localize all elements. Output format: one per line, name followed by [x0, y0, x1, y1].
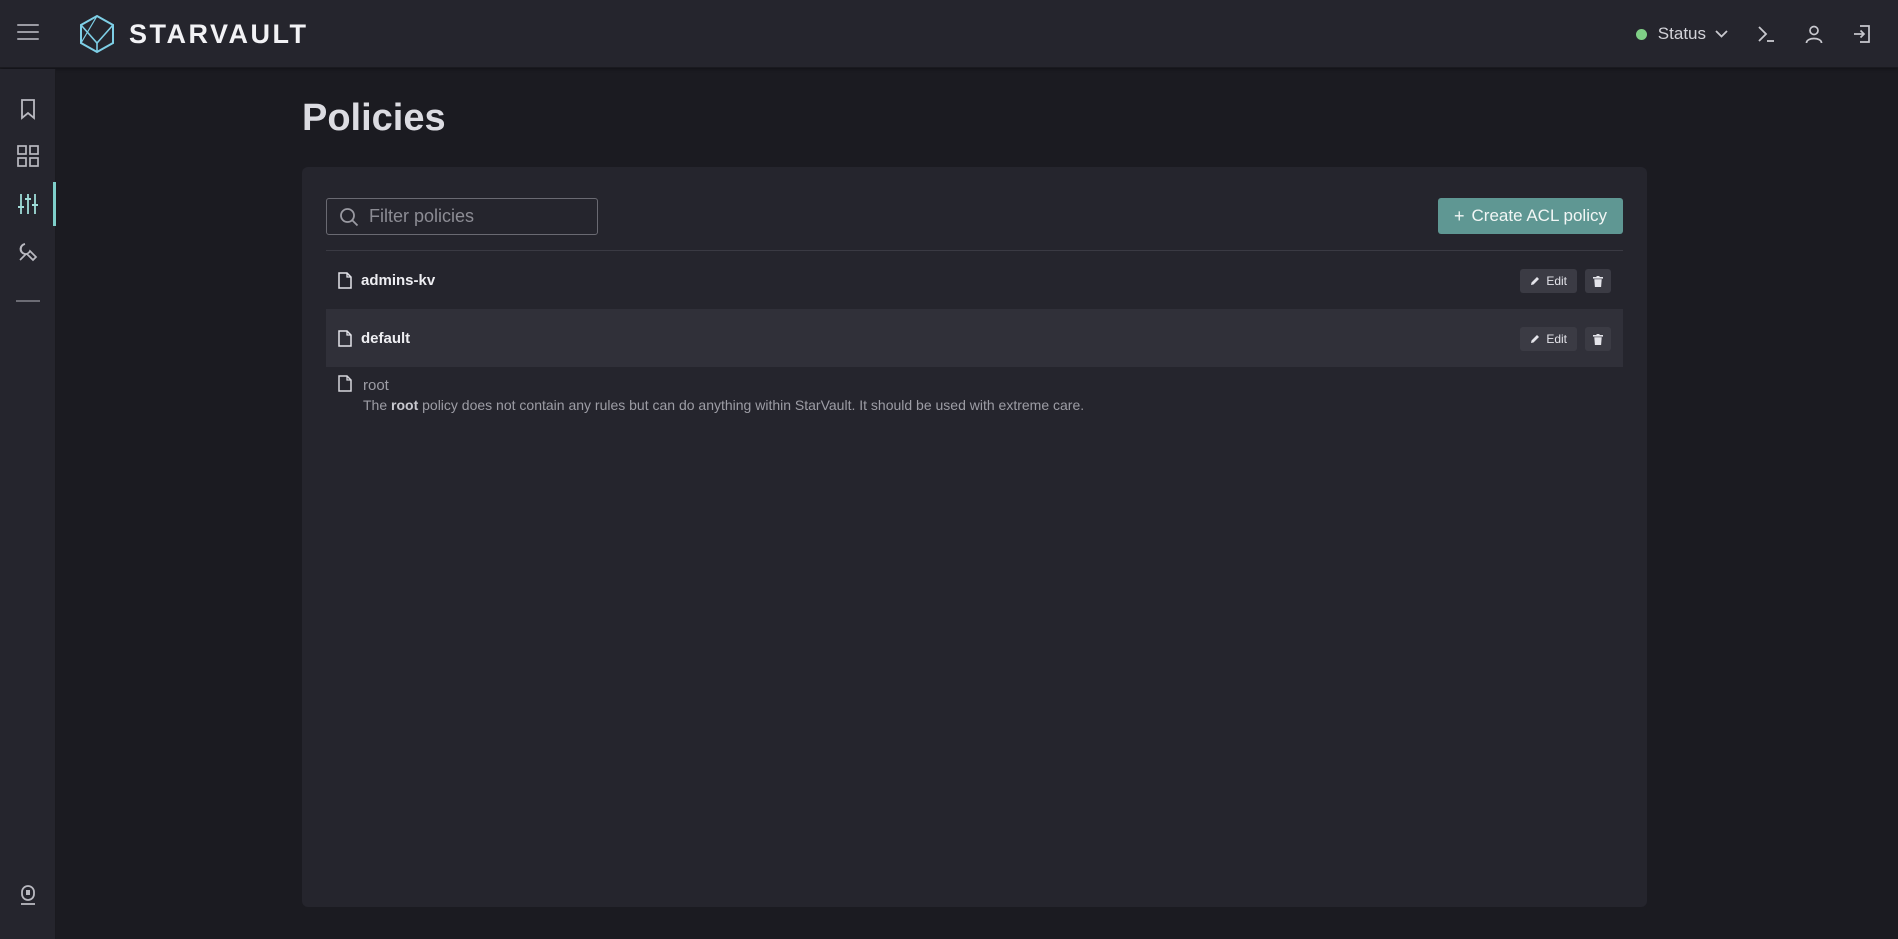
sidebar-item-policies[interactable] — [0, 182, 56, 226]
trash-icon — [1593, 333, 1603, 345]
grid-icon — [17, 145, 39, 167]
edit-label: Edit — [1546, 274, 1567, 288]
root-description: The root policy does not contain any rul… — [363, 397, 1084, 413]
policy-row-default[interactable]: default Edit — [326, 309, 1623, 367]
root-desc-bold: root — [391, 397, 419, 413]
pencil-icon — [1531, 335, 1540, 343]
edit-label: Edit — [1546, 332, 1567, 346]
trash-icon — [1593, 275, 1603, 287]
status-indicator — [1635, 28, 1647, 40]
plus-icon: + — [1454, 205, 1465, 226]
terminal-icon[interactable] — [1754, 22, 1778, 46]
policy-name[interactable]: default — [361, 330, 410, 347]
create-acl-policy-button[interactable]: + Create ACL policy — [1438, 198, 1623, 234]
user-icon[interactable] — [1802, 22, 1826, 46]
top-bar: STARVAULT Status — [0, 0, 1898, 68]
root-desc-prefix: The — [363, 397, 388, 413]
status-label: Status — [1657, 24, 1706, 43]
sidebar-divider — [16, 300, 40, 302]
policy-name-root: root — [363, 377, 389, 394]
starvault-logo-icon — [80, 14, 114, 54]
pencil-icon — [1531, 277, 1540, 285]
main-content: Policies + Create ACL policy admins-kv E… — [57, 69, 1898, 939]
file-icon — [338, 375, 352, 392]
filter-input[interactable] — [369, 206, 589, 227]
file-icon — [338, 271, 352, 289]
filter-field[interactable] — [326, 198, 598, 235]
logo[interactable]: STARVAULT — [79, 14, 309, 54]
sidebar-item-tools[interactable] — [0, 230, 56, 274]
delete-button[interactable] — [1585, 327, 1611, 351]
policy-name[interactable]: admins-kv — [361, 272, 435, 289]
brand-name: STARVAULT — [129, 18, 309, 49]
policies-card: + Create ACL policy admins-kv Edit defau… — [302, 167, 1647, 907]
sidebar-item-dashboard[interactable] — [0, 134, 56, 178]
sidebar — [0, 69, 56, 939]
delete-button[interactable] — [1585, 269, 1611, 293]
file-icon — [338, 329, 352, 347]
sliders-icon — [18, 194, 38, 214]
status-dropdown[interactable]: Status — [1635, 24, 1728, 44]
root-desc-suffix: policy does not contain any rules but ca… — [422, 397, 1085, 413]
edit-button[interactable]: Edit — [1520, 327, 1577, 351]
create-acl-policy-label: Create ACL policy — [1471, 206, 1607, 225]
page-title: Policies — [302, 97, 446, 139]
sidebar-item-seal[interactable] — [0, 873, 56, 917]
chevron-down-icon — [1715, 30, 1728, 38]
logout-icon[interactable] — [1850, 22, 1874, 46]
policy-row-admins-kv[interactable]: admins-kv Edit — [326, 251, 1623, 309]
bookmark-icon — [21, 99, 35, 120]
search-icon — [340, 207, 359, 226]
edit-button[interactable]: Edit — [1520, 269, 1577, 293]
sidebar-item-bookmarks[interactable] — [0, 87, 56, 131]
tools-icon — [19, 243, 38, 262]
menu-icon[interactable] — [17, 24, 39, 44]
lock-icon — [21, 885, 35, 905]
